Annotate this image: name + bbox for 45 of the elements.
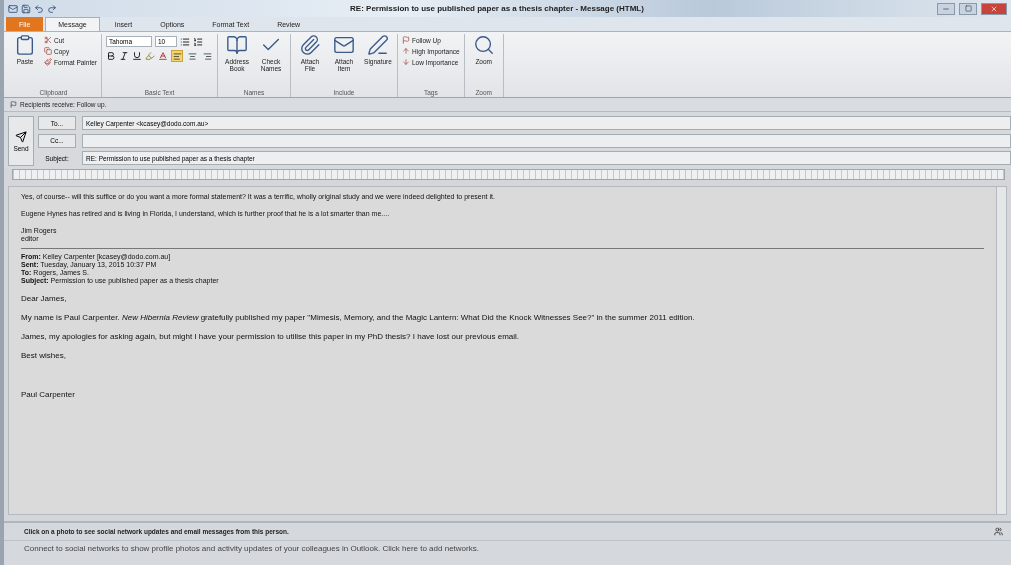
pen-icon	[367, 34, 389, 56]
down-arrow-icon	[402, 58, 410, 66]
people-pane-hint[interactable]: Connect to social networks to show profile photos and activity updates of your colleagues in Outlook. Click here to add networks.	[4, 541, 1011, 556]
people-icon[interactable]	[994, 527, 1003, 536]
body-text: My name is Paul Carpenter. New Hibernia Review gratefully published my paper "Mimesis, Memory, and the Magic Lantern: What Did the Knock Witnesses See?" in the summer 2011 edition.	[21, 313, 696, 322]
paintbrush-icon	[44, 58, 52, 66]
align-button[interactable]	[186, 50, 198, 62]
bullets-icon[interactable]	[180, 36, 190, 47]
envelope-icon	[333, 34, 355, 56]
paper-plane-icon	[15, 130, 27, 143]
maximize-icon	[964, 5, 972, 12]
scissors-icon	[44, 36, 52, 44]
up-arrow-icon	[402, 47, 410, 55]
body-text: Dear James,	[21, 294, 68, 303]
scrollbar[interactable]	[996, 187, 1006, 514]
font-color-icon[interactable]	[158, 51, 168, 61]
align-center-icon	[187, 51, 197, 61]
book-icon	[226, 34, 248, 56]
flag-icon	[402, 36, 410, 44]
align-button[interactable]	[201, 50, 213, 62]
bold-icon[interactable]	[106, 51, 116, 61]
italic-icon[interactable]	[119, 51, 129, 61]
align-right-icon	[202, 51, 212, 61]
window-title: RE: Permission to use published paper as a thesis chapter - Message (HTML)	[349, 4, 645, 13]
copy-icon	[44, 47, 52, 55]
close-button[interactable]	[981, 2, 1007, 15]
signature-text: Paul Carpenter	[21, 390, 76, 399]
clipboard-icon	[14, 34, 36, 56]
cc-field[interactable]	[82, 133, 1011, 148]
save-icon[interactable]	[21, 3, 31, 14]
underline-icon[interactable]	[132, 51, 142, 61]
redo-icon[interactable]	[47, 3, 57, 14]
body-text: Best wishes,	[21, 351, 67, 360]
flag-icon	[10, 101, 17, 108]
body-text: James, my apologies for asking again, but might I have your permission to utilise this paper in my PhD thesis? I have lost our previous email.	[21, 332, 520, 341]
align-button[interactable]	[171, 50, 183, 62]
numbering-icon[interactable]	[193, 36, 203, 47]
maximize-button[interactable]	[959, 2, 977, 15]
close-icon	[990, 4, 998, 13]
align-left-icon	[172, 51, 182, 61]
minimize-button[interactable]	[937, 2, 955, 15]
paperclip-icon	[299, 34, 321, 56]
undo-icon[interactable]	[34, 3, 44, 14]
magnifier-icon	[472, 34, 495, 56]
envelope-icon[interactable]	[8, 3, 18, 14]
